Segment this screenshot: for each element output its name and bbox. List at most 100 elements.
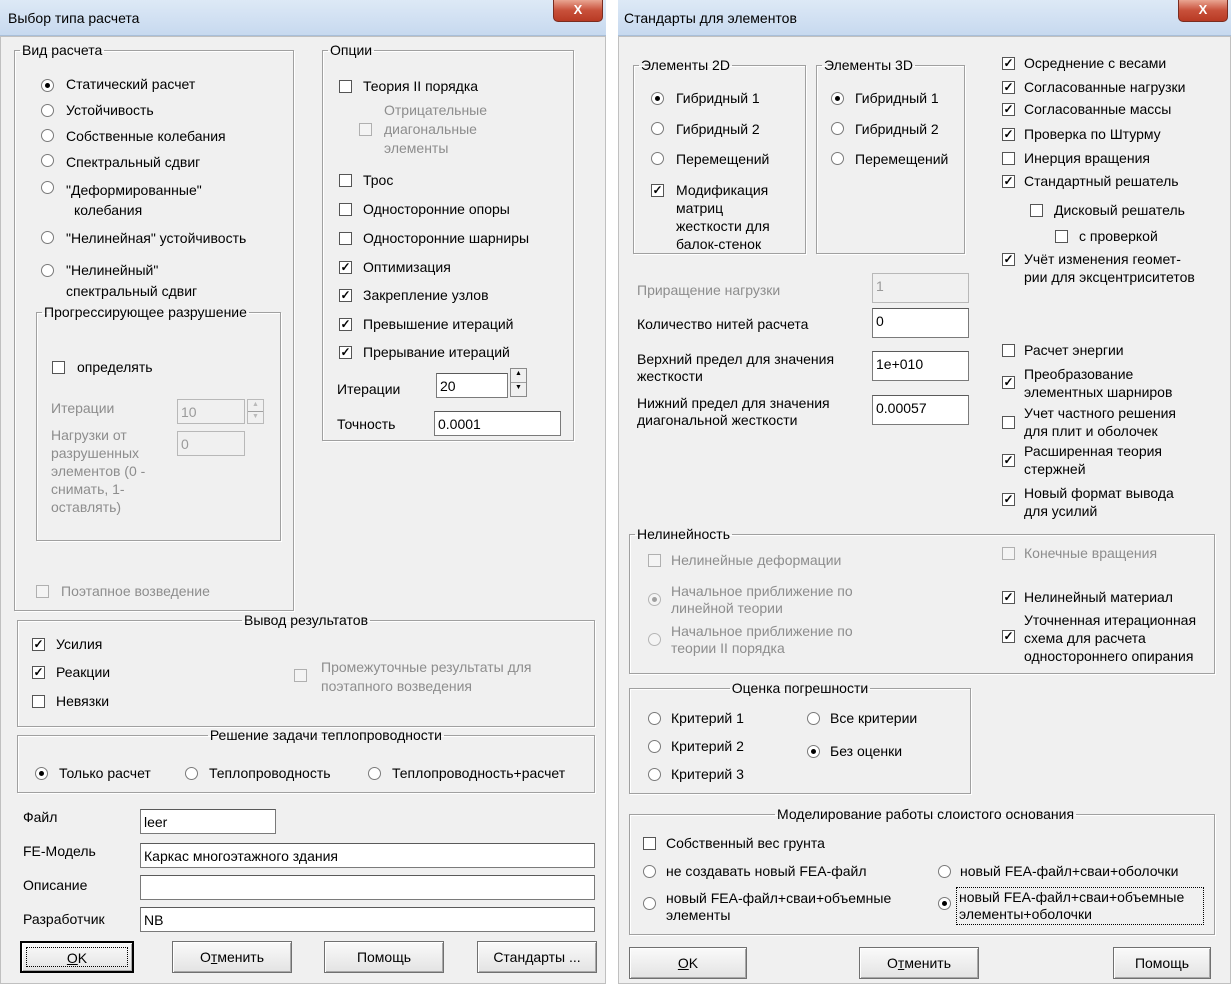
checkbox-neg-diag[interactable] <box>359 123 372 136</box>
checkbox-oneway-supports[interactable] <box>339 203 352 216</box>
checkbox-consistent-masses-label: Согласованные массы <box>1024 101 1172 117</box>
checkbox-matrix-mod-label-2: матриц <box>676 200 724 216</box>
checkbox-residuals[interactable] <box>32 695 45 708</box>
cancel-button[interactable]: Отменить <box>172 941 292 973</box>
checkbox-soil-weight[interactable] <box>643 837 656 850</box>
checkbox-consistent-masses[interactable]: ✓ <box>1002 103 1015 116</box>
radio-3d-hybrid2[interactable] <box>831 122 844 135</box>
lower-limit-input[interactable]: 0.00057 <box>872 395 969 425</box>
checkbox-weighted-avg[interactable]: ✓ <box>1002 57 1015 70</box>
options-iter-spinner[interactable]: ▲ ▼ <box>510 368 527 397</box>
dialog-body: Вид расчета Статический расчет Устойчиво… <box>0 36 606 984</box>
upper-limit-input[interactable]: 1e+010 <box>872 351 969 381</box>
radio-linear-initial[interactable] <box>648 593 661 606</box>
checkbox-finite-rotations[interactable] <box>1002 547 1015 560</box>
ok-button[interactable]: OK <box>20 941 134 973</box>
checkbox-optimization[interactable]: ✓ <box>339 261 352 274</box>
radio-2d-displacement[interactable] <box>651 152 664 165</box>
radio-heat-calc-label: Теплопроводность+расчет <box>392 765 566 781</box>
radio-criterion2[interactable] <box>648 740 661 753</box>
help-button[interactable]: Помощь <box>324 941 444 973</box>
radio-spectral[interactable] <box>41 154 54 167</box>
checkbox-forces[interactable]: ✓ <box>32 638 45 651</box>
radio-fea-piles-volume-shells[interactable] <box>938 897 951 910</box>
checkbox-cable[interactable] <box>339 174 352 187</box>
options-precision-input[interactable]: 0.0001 <box>434 411 561 436</box>
threads-input[interactable]: 0 <box>872 308 969 338</box>
prog-iter-input[interactable]: 10 <box>177 399 245 424</box>
radio-no-estimate[interactable] <box>807 745 820 758</box>
close-button[interactable]: X <box>553 0 603 22</box>
checkbox-new-output-format[interactable]: ✓ <box>1002 493 1015 506</box>
checkbox-geom-change-label-1: Учёт изменения геомет- <box>1024 251 1181 267</box>
radio-nl-stability[interactable] <box>41 231 54 244</box>
checkbox-with-check[interactable] <box>1055 230 1068 243</box>
checkbox-matrix-mod[interactable]: ✓ <box>651 184 664 197</box>
options-iter-input[interactable]: 20 <box>436 373 508 398</box>
model-label: FE-Модель <box>23 843 96 859</box>
checkbox-particular-solution[interactable] <box>1002 416 1015 429</box>
radio-nl-spectral[interactable] <box>41 264 54 277</box>
checkbox-sturm[interactable]: ✓ <box>1002 128 1015 141</box>
radio-criterion3[interactable] <box>648 768 661 781</box>
checkbox-ext-rod-theory[interactable]: ✓ <box>1002 454 1015 467</box>
checkbox-matrix-mod-label-4: балок-стенок <box>676 236 762 252</box>
description-label: Описание <box>23 877 88 893</box>
radio-3d-displacement[interactable] <box>831 152 844 165</box>
checkbox-stage[interactable] <box>36 585 49 598</box>
radio-heat-calc[interactable] <box>368 767 381 780</box>
ok-button[interactable]: OK <box>629 947 747 979</box>
checkbox-theory2[interactable] <box>339 80 352 93</box>
checkbox-rot-inertia[interactable] <box>1002 152 1015 165</box>
prog-loads-input[interactable]: 0 <box>177 431 245 456</box>
prog-iter-spinner[interactable]: ▲ ▼ <box>247 399 264 424</box>
checkbox-reactions[interactable]: ✓ <box>32 666 45 679</box>
model-input[interactable]: Каркас многоэтажного здания <box>140 843 595 868</box>
checkbox-oneway-hinges[interactable] <box>339 232 352 245</box>
radio-calc-only[interactable] <box>35 767 48 780</box>
cancel-button[interactable]: Отменить <box>859 947 979 979</box>
radio-fea-piles-volume[interactable] <box>643 897 656 910</box>
standards-button[interactable]: Стандарты ... <box>477 941 597 973</box>
radio-criterion1[interactable] <box>648 712 661 725</box>
radio-no-new-fea[interactable] <box>643 865 656 878</box>
checkbox-energy[interactable] <box>1002 344 1015 357</box>
radio-2d-hybrid2[interactable] <box>651 122 664 135</box>
radio-3d-hybrid1[interactable] <box>831 92 844 105</box>
radio-stability[interactable] <box>41 104 54 117</box>
radio-heat[interactable] <box>185 767 198 780</box>
checkbox-neg-diag-label-3: элементы <box>384 140 449 156</box>
radio-eigen[interactable] <box>41 129 54 142</box>
checkbox-disk-solver[interactable] <box>1030 204 1043 217</box>
radio-all-criteria[interactable] <box>807 712 820 725</box>
load-increment-input[interactable]: 1 <box>872 273 969 303</box>
description-input[interactable] <box>140 875 595 900</box>
checkbox-break-iter[interactable]: ✓ <box>339 346 352 359</box>
checkbox-intermediate[interactable] <box>294 669 307 682</box>
group-error-estimate-legend: Оценка погрешности <box>731 680 869 696</box>
checkbox-refined-iter[interactable]: ✓ <box>1002 630 1015 643</box>
checkbox-fix-nodes[interactable]: ✓ <box>339 289 352 302</box>
checkbox-determine[interactable] <box>52 361 65 374</box>
checkbox-nl-material[interactable]: ✓ <box>1002 591 1015 604</box>
radio-fea-piles-volume-label-1: новый FEA-файл+сваи+объемные <box>666 890 892 906</box>
checkbox-exceed-iter[interactable]: ✓ <box>339 318 352 331</box>
radio-deformed[interactable] <box>41 181 54 194</box>
radio-fea-piles-shells[interactable] <box>938 865 951 878</box>
checkbox-hinge-transform[interactable]: ✓ <box>1002 376 1015 389</box>
radio-static[interactable] <box>41 79 54 92</box>
radio-2d-hybrid1[interactable] <box>651 92 664 105</box>
help-button[interactable]: Помощь <box>1113 947 1211 979</box>
radio-linear-initial-label-2: линейной теории <box>671 600 783 616</box>
checkbox-geom-change[interactable]: ✓ <box>1002 253 1015 266</box>
developer-input[interactable]: NB <box>140 907 595 932</box>
checkbox-new-output-format-label-2: для усилий <box>1024 503 1098 519</box>
file-input[interactable]: leer <box>140 809 276 834</box>
checkbox-nl-deformations[interactable] <box>648 554 661 567</box>
close-button[interactable]: X <box>1178 0 1228 22</box>
checkbox-std-solver[interactable]: ✓ <box>1002 175 1015 188</box>
checkbox-consistent-loads[interactable]: ✓ <box>1002 81 1015 94</box>
checkbox-reactions-label: Реакции <box>56 664 111 680</box>
radio-theory2-initial[interactable] <box>648 633 661 646</box>
options-iter-label: Итерации <box>337 381 401 397</box>
